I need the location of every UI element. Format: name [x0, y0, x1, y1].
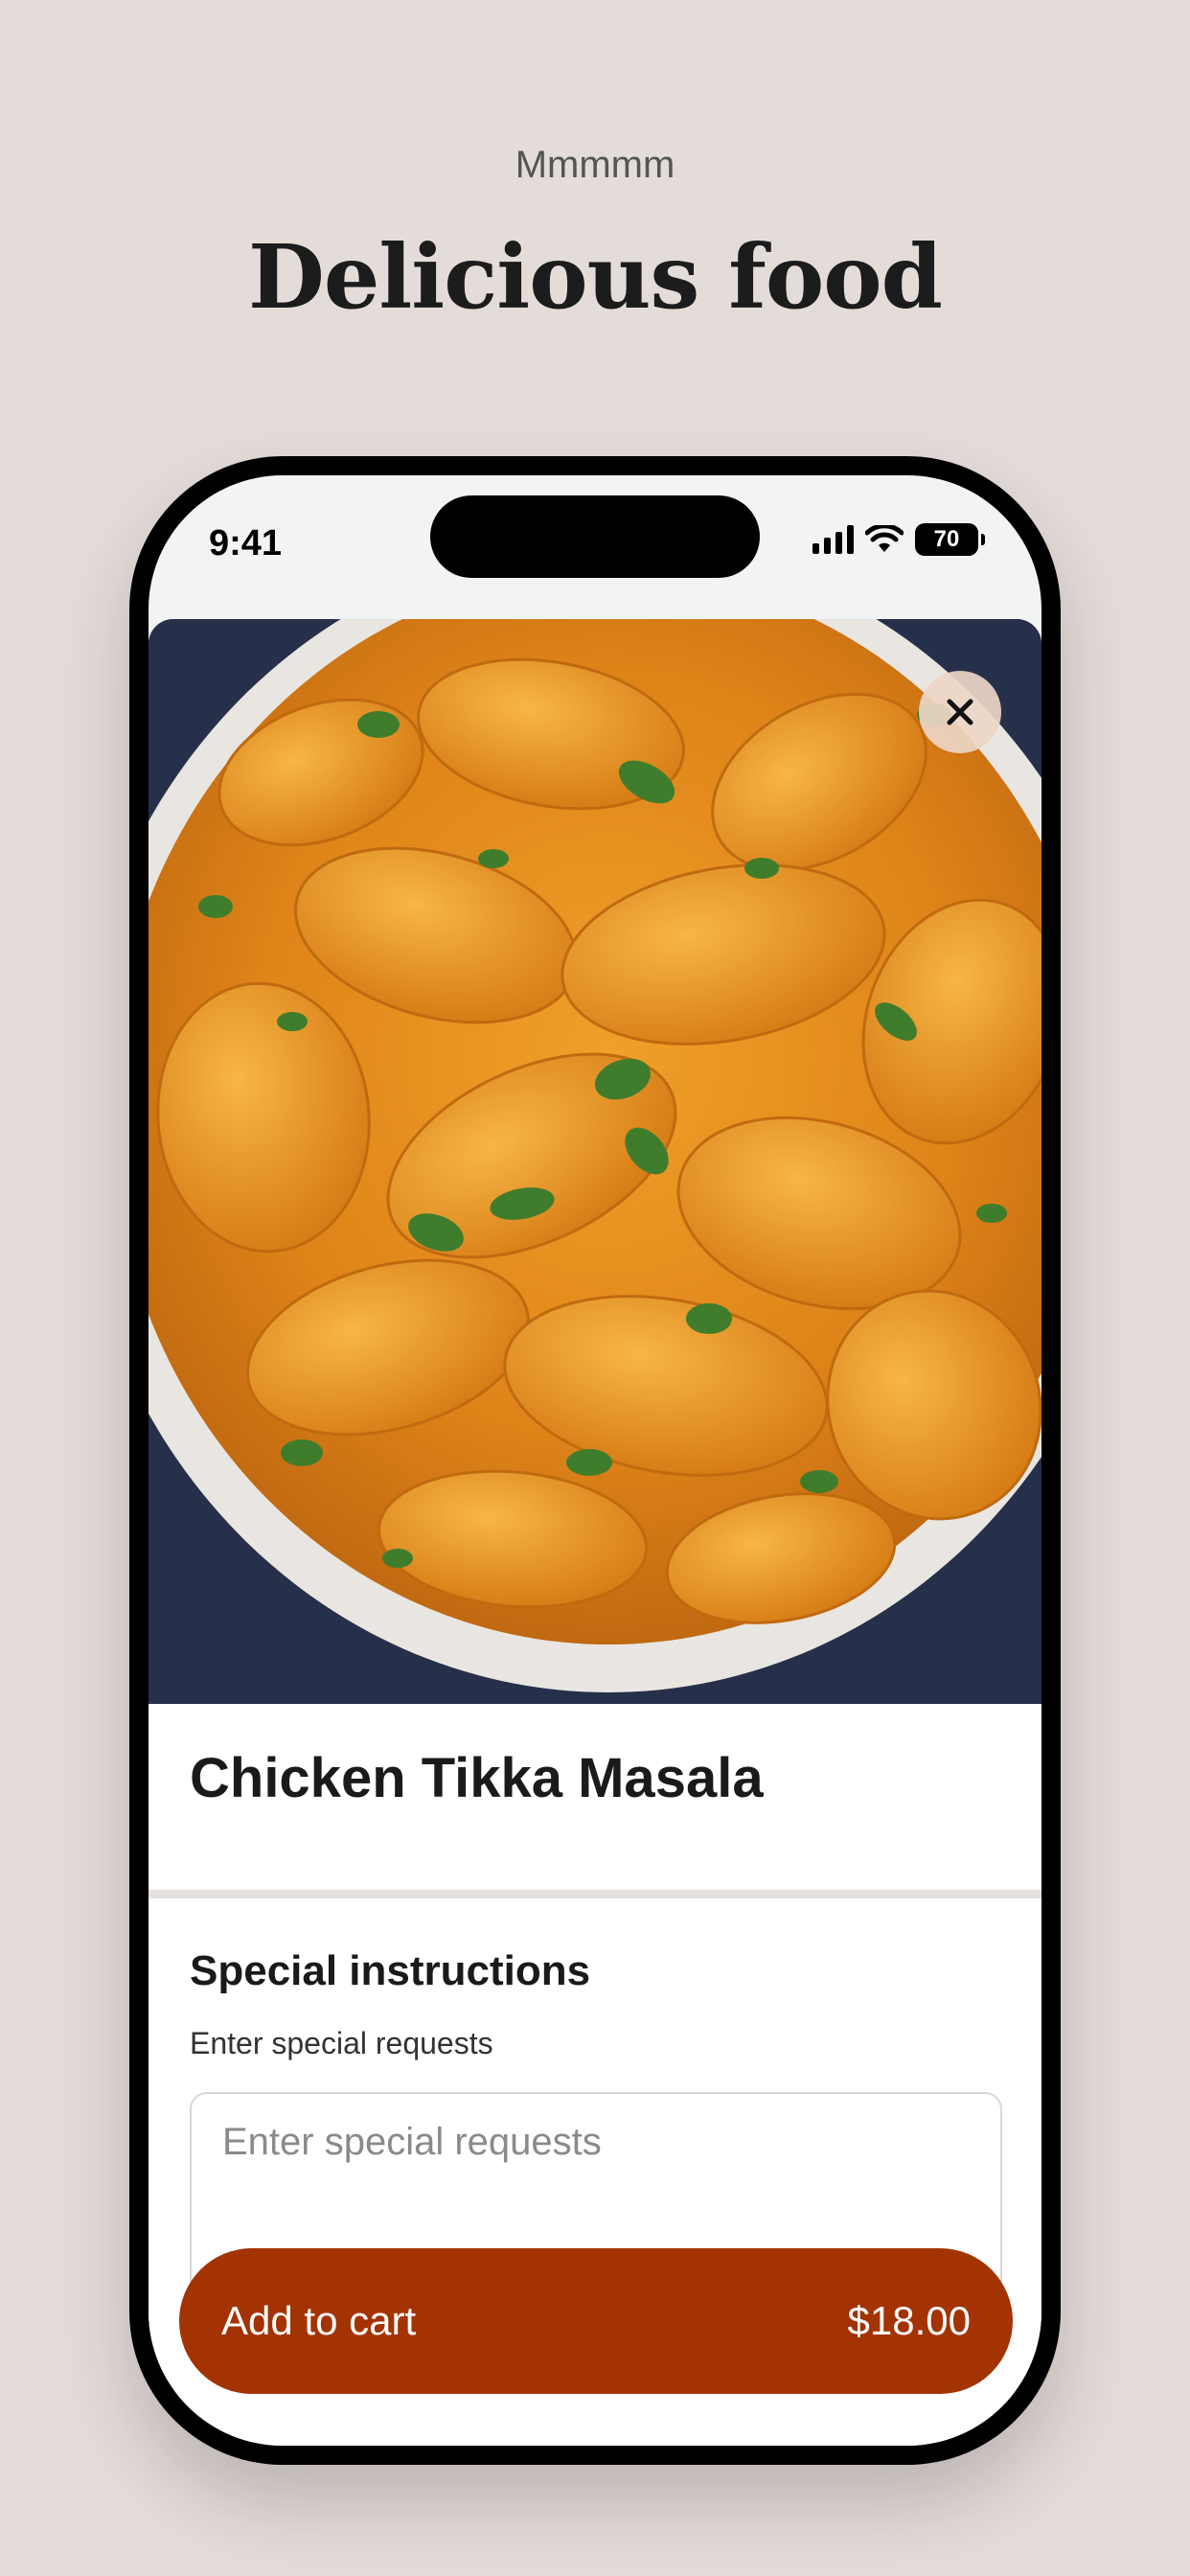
food-photo: [149, 619, 1041, 1704]
special-instructions-label: Enter special requests: [190, 2026, 493, 2060]
close-button[interactable]: [919, 671, 1001, 753]
section-divider: [149, 1890, 1041, 1898]
phone-screen: 9:41 70 Chicken Tikka Masala Special ins…: [149, 475, 1041, 2446]
add-to-cart-label: Add to cart: [221, 2298, 417, 2343]
food-illustration: [149, 619, 1041, 1704]
page-eyebrow: Mmmmm: [515, 144, 675, 186]
battery-icon: 70: [915, 523, 985, 556]
add-to-cart-button[interactable]: Add to cart $18.00: [179, 2248, 1013, 2394]
dynamic-island: [430, 495, 760, 578]
wifi-icon: [865, 525, 904, 552]
page-headline: Delicious food: [248, 225, 943, 329]
cart-price: $18.00: [847, 2298, 971, 2343]
status-icons: 70: [812, 523, 985, 556]
special-instructions-title: Special instructions: [190, 1947, 591, 1994]
close-icon: [947, 699, 973, 725]
phone-frame: 9:41 70 Chicken Tikka Masala Special ins…: [129, 456, 1061, 2465]
cellular-signal-icon: [812, 525, 854, 554]
status-time: 9:41: [209, 523, 283, 564]
dish-title: Chicken Tikka Masala: [190, 1747, 764, 1809]
item-sheet: Chicken Tikka Masala Special instruction…: [149, 619, 1041, 2446]
